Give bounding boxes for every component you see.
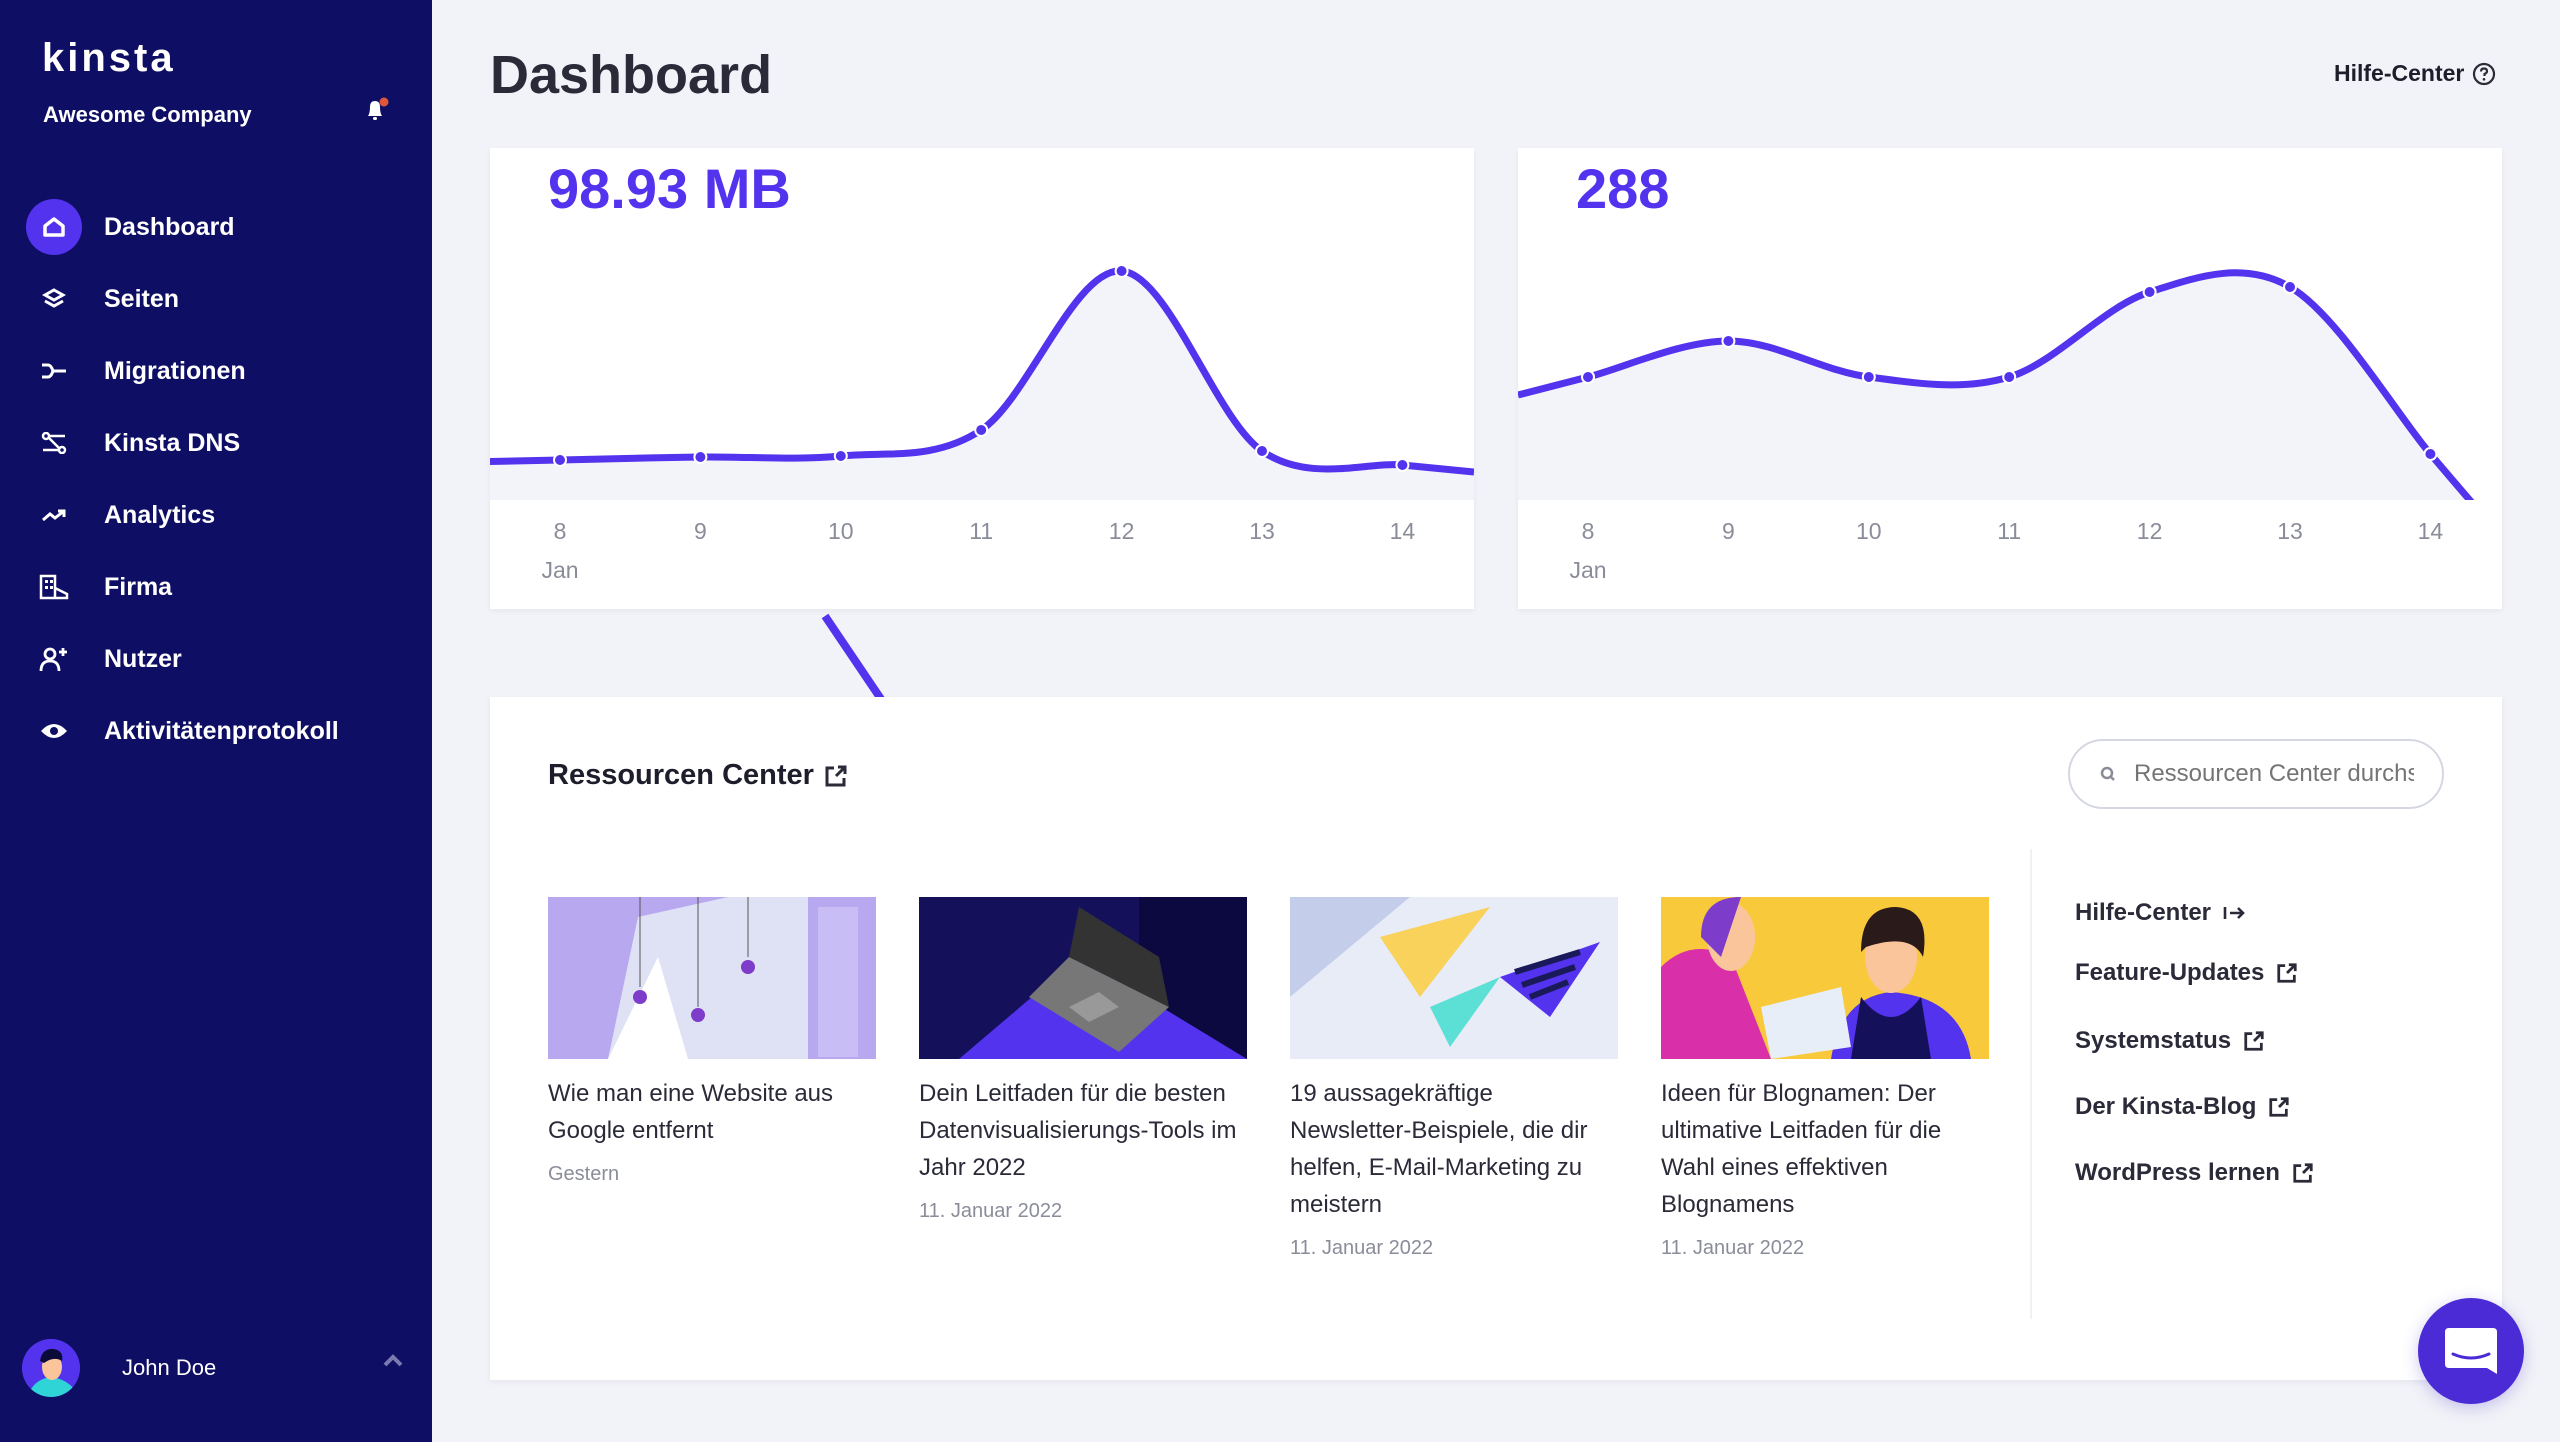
search-icon xyxy=(2100,766,2115,781)
article-date: Gestern xyxy=(548,1163,620,1185)
link-feature-updates[interactable]: Feature-Updates xyxy=(2075,953,2314,993)
link-label: Systemstatus xyxy=(2075,1027,2232,1054)
divider xyxy=(2030,849,2032,1319)
article-title[interactable]: Ideen für Blognamen: Der ultimative Leit… xyxy=(1661,1075,1989,1223)
external-link-icon xyxy=(2244,1031,2264,1051)
link-label: Feature-Updates xyxy=(2075,959,2265,986)
link-kinsta-blog[interactable]: Der Kinsta-Blog xyxy=(2075,1087,2314,1127)
article-card[interactable]: Ideen für Blognamen: Der ultimative Leit… xyxy=(1661,897,1989,1260)
article-thumbnail[interactable] xyxy=(1290,897,1618,1059)
article-card[interactable]: 19 aussagekräftige Newsletter-Beispiele,… xyxy=(1290,897,1618,1260)
article-title[interactable]: 19 aussagekräftige Newsletter-Beispiele,… xyxy=(1290,1075,1618,1223)
external-link-icon xyxy=(825,765,847,786)
link-label: Der Kinsta-Blog xyxy=(2075,1093,2257,1120)
link-label: WordPress lernen xyxy=(2075,1159,2280,1186)
resource-center: Ressourcen Center Wie man eine Website a… xyxy=(490,697,2502,1380)
article-thumbnail[interactable] xyxy=(1661,897,1989,1059)
resource-links: Hilfe-Center Feature-Updates Systemstatu… xyxy=(2075,893,2314,1193)
article-thumbnail[interactable] xyxy=(919,897,1247,1059)
link-systemstatus[interactable]: Systemstatus xyxy=(2075,1021,2314,1061)
external-link-icon xyxy=(2277,963,2297,983)
article-title[interactable]: Dein Leitfaden für die besten Datenvisua… xyxy=(919,1075,1247,1186)
article-card[interactable]: Wie man eine Website aus Google entfernt… xyxy=(548,897,876,1186)
article-title[interactable]: Wie man eine Website aus Google entfernt xyxy=(548,1075,876,1149)
link-hilfe-center[interactable]: Hilfe-Center xyxy=(2075,893,2314,933)
external-link-icon xyxy=(2293,1163,2313,1183)
article-thumbnail[interactable] xyxy=(548,897,876,1059)
article-date: 11. Januar 2022 xyxy=(1290,1237,1434,1259)
article-card[interactable]: Dein Leitfaden für die besten Datenvisua… xyxy=(919,897,1247,1223)
article-date: 11. Januar 2022 xyxy=(1661,1237,1805,1259)
chat-button[interactable] xyxy=(2418,1298,2524,1404)
resource-center-label: Ressourcen Center xyxy=(548,759,814,791)
arrow-right-bar-icon xyxy=(2223,907,2245,919)
resource-center-title[interactable]: Ressourcen Center xyxy=(548,759,848,792)
article-date: 11. Januar 2022 xyxy=(919,1200,1063,1222)
resource-search[interactable] xyxy=(2068,739,2444,809)
external-link-icon xyxy=(2269,1097,2289,1117)
chat-icon xyxy=(2445,1328,2497,1374)
link-label: Hilfe-Center xyxy=(2075,899,2212,926)
link-wordpress-lernen[interactable]: WordPress lernen xyxy=(2075,1153,2314,1193)
resource-search-input[interactable] xyxy=(2134,760,2414,788)
